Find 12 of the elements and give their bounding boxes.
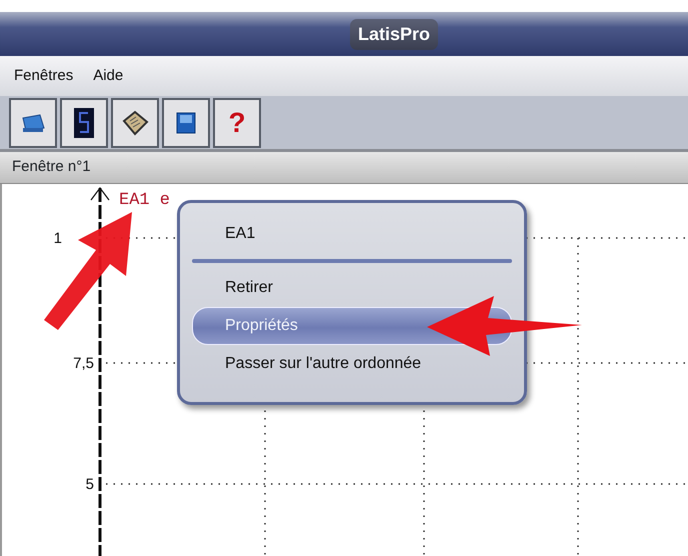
menu-item[interactable]: Aide [93, 64, 124, 88]
menu-header: EA1 [224, 224, 256, 244]
menu-item[interactable]: Passer sur l'autre ordonnée [192, 345, 512, 383]
axis-label: EA1 e [119, 190, 170, 212]
document-title: Fenêtre n°1 [12, 157, 91, 178]
axis-tick-label: 5 [84, 475, 94, 495]
menu-item[interactable]: Fenêtres [14, 64, 74, 88]
axis-tick-label: 7,5 [72, 354, 94, 374]
axis-tick-label: 1 [52, 229, 62, 249]
menu-item[interactable]: Retirer [192, 269, 512, 307]
help-button[interactable]: ? [213, 98, 261, 148]
window-title: LatisPro [350, 18, 438, 50]
